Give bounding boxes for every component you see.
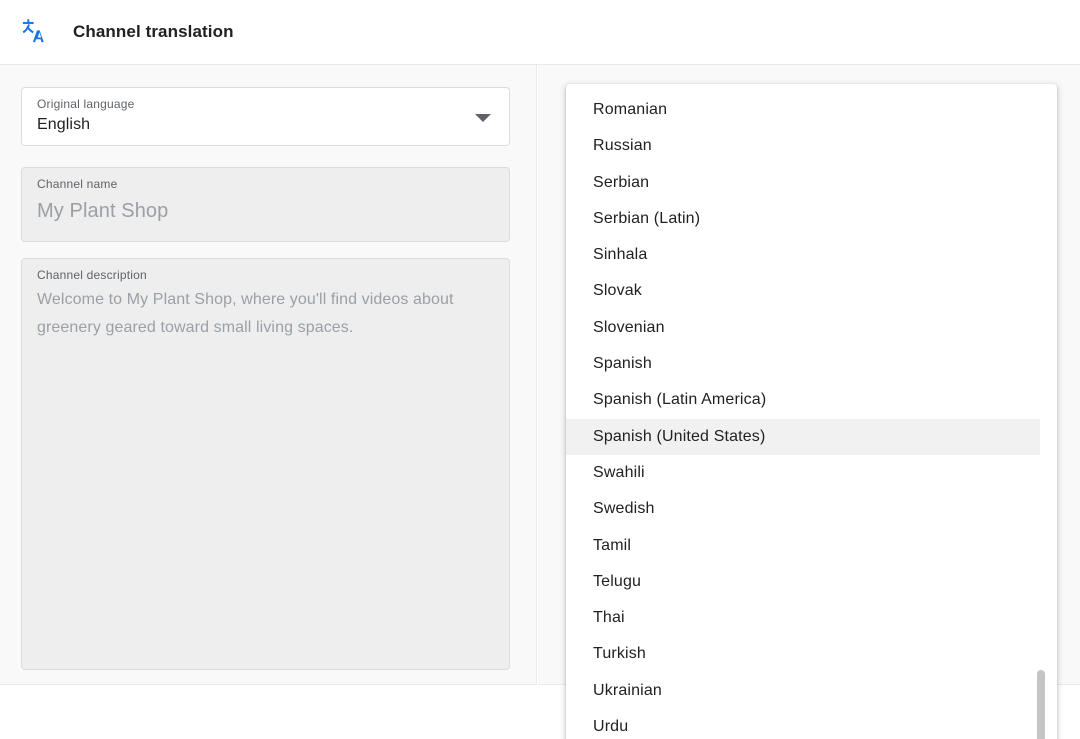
dialog-header: Channel translation — [0, 0, 1080, 65]
language-option[interactable]: Ukrainian — [566, 673, 1040, 709]
language-option[interactable]: Swedish — [566, 491, 1040, 527]
language-option-list: Romanian Russian Serbian Serbian (Latin) Sin… — [566, 84, 1057, 739]
channel-translation-dialog: Channel translation Original language En… — [0, 0, 1080, 739]
language-option[interactable]: Spanish (United States) — [566, 418, 1040, 455]
language-dropdown-panel[interactable]: Romanian Russian Serbian Serbian (Latin) Sin… — [566, 84, 1057, 739]
chevron-down-icon[interactable] — [475, 113, 491, 122]
original-language-value: English — [37, 116, 91, 133]
language-option[interactable]: Thai — [566, 600, 1040, 636]
dropdown-scrollbar-track[interactable] — [1037, 84, 1051, 739]
language-option[interactable]: Russian — [566, 128, 1040, 164]
language-option[interactable]: Slovak — [566, 273, 1040, 309]
language-option[interactable]: Urdu — [566, 709, 1040, 739]
language-option[interactable]: Turkish — [566, 636, 1040, 672]
language-option[interactable]: Swahili — [566, 455, 1040, 491]
channel-description-field: Channel description Welcome to My Plant … — [21, 258, 510, 670]
page-title: Channel translation — [73, 22, 234, 41]
original-language-label: Original language — [37, 97, 135, 111]
channel-description-label: Channel description — [37, 268, 147, 282]
language-option[interactable]: Romanian — [566, 92, 1040, 128]
translate-icon — [22, 19, 44, 43]
language-option[interactable]: Telugu — [566, 564, 1040, 600]
original-language-select[interactable]: Original language English — [21, 87, 510, 146]
language-option[interactable]: Serbian (Latin) — [566, 201, 1040, 237]
channel-name-field: Channel name My Plant Shop — [21, 167, 510, 242]
language-option[interactable]: Sinhala — [566, 237, 1040, 273]
channel-name-value: My Plant Shop — [37, 200, 169, 222]
channel-name-label: Channel name — [37, 177, 118, 191]
dropdown-scrollbar-thumb[interactable] — [1037, 670, 1045, 739]
language-option[interactable]: Spanish (Latin America) — [566, 382, 1040, 418]
original-language-pane: Original language English Channel name M… — [0, 65, 537, 685]
language-option[interactable]: Spanish — [566, 346, 1040, 382]
channel-description-value: Welcome to My Plant Shop, where you'll f… — [37, 291, 459, 336]
language-option[interactable]: Tamil — [566, 528, 1040, 564]
language-option[interactable]: Serbian — [566, 165, 1040, 201]
language-option[interactable]: Slovenian — [566, 310, 1040, 346]
